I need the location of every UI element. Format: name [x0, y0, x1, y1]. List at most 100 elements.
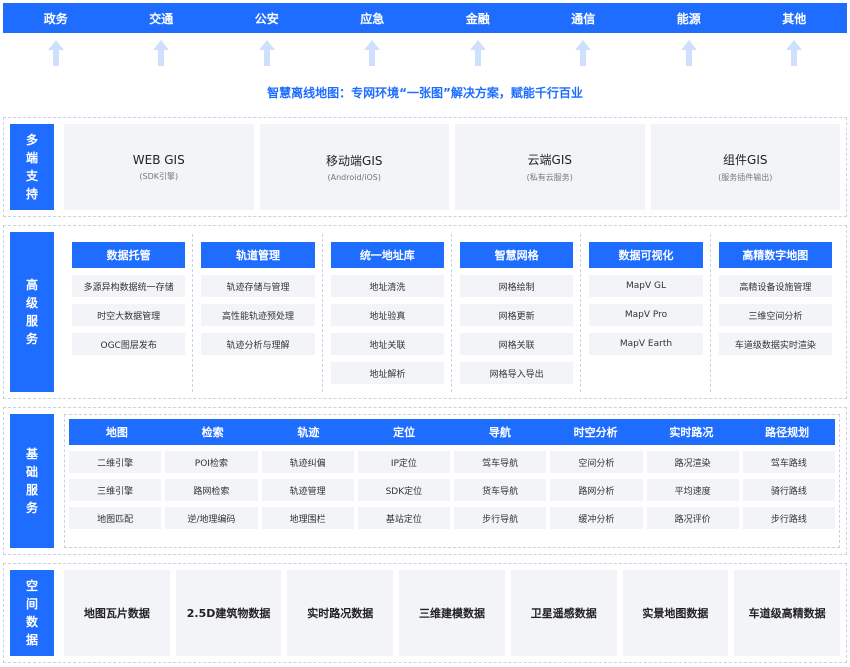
terminal-card: 云端GIS (私有云服务): [455, 124, 645, 210]
arrow-up-icon: [109, 38, 215, 74]
industry-item: 交通: [149, 11, 174, 26]
basic-item: 驾车路线: [742, 451, 835, 473]
basic-item: 骑行路线: [742, 479, 835, 501]
basic-item: 路况评价: [646, 507, 739, 529]
service-column-title: 高精数字地图: [718, 242, 832, 268]
service-item: 时空大数据管理: [72, 304, 186, 326]
basic-item: 缓冲分析: [550, 507, 643, 529]
industry-item: 其他: [782, 11, 807, 26]
basic-item: 路况渲染: [646, 451, 739, 473]
terminal-title: 组件GIS: [723, 153, 768, 167]
service-column-title: 数据托管: [72, 242, 186, 268]
service-column-title: 智慧网格: [459, 242, 574, 268]
basic-item: 地理围栏: [261, 507, 354, 529]
section-label: 基础服务: [10, 414, 54, 548]
basic-item: 逆/地理编码: [165, 507, 258, 529]
service-item: 三维空间分析: [718, 304, 832, 326]
advanced-services-grid: 数据托管 多源异构数据统一存储 时空大数据管理 OGC图层发布 轨道管理 轨迹存…: [64, 234, 840, 392]
basic-item: 驾车导航: [454, 451, 547, 473]
industry-bar: 政务 交通 公安 应急 金融 通信 能源 其他: [3, 3, 847, 33]
section-label: 空间数据: [10, 570, 54, 656]
data-card: 实景地图数据: [622, 570, 729, 656]
terminal-subtitle: (SDK引擎): [139, 171, 179, 181]
service-column: 数据可视化 MapV GL MapV Pro MapV Earth: [581, 234, 711, 392]
service-item: 高性能轨迹预处理: [201, 304, 315, 326]
service-item: MapV Pro: [589, 304, 703, 326]
service-item: 网格绘制: [459, 275, 574, 297]
industry-item: 金融: [465, 11, 490, 26]
service-item: MapV Earth: [589, 333, 703, 355]
arrow-up-icon: [3, 38, 109, 74]
basic-services-header: 地图 检索 轨迹 定位 导航 时空分析 实时路况 路径规划: [69, 419, 835, 445]
arrow-up-icon: [742, 38, 848, 74]
section-label: 高级服务: [10, 232, 54, 392]
service-column: 数据托管 多源异构数据统一存储 时空大数据管理 OGC图层发布: [64, 234, 194, 392]
service-item: MapV GL: [589, 275, 703, 297]
industry-item: 能源: [676, 11, 701, 26]
up-arrows: [3, 38, 847, 74]
terminal-card: 组件GIS (服务插件输出): [650, 124, 840, 210]
terminal-subtitle: (私有云服务): [526, 173, 573, 182]
industry-item: 公安: [254, 11, 279, 26]
section-advanced-services: 高级服务 数据托管 多源异构数据统一存储 时空大数据管理 OGC图层发布 轨道管…: [3, 225, 847, 399]
arrow-up-icon: [636, 38, 742, 74]
basic-column-title: 路径规划: [765, 426, 810, 439]
section-label: 多端支持: [10, 124, 54, 210]
service-item: 多源异构数据统一存储: [72, 275, 186, 297]
terminal-subtitle: (服务插件输出): [718, 173, 773, 182]
data-card: 2.5D建筑物数据: [175, 570, 282, 656]
arrow-up-icon: [214, 38, 320, 74]
terminal-subtitle: (Android/iOS): [327, 173, 381, 182]
data-card: 卫星遥感数据: [510, 570, 617, 656]
basic-item: 三维引擎: [69, 479, 162, 501]
basic-item: 轨迹管理: [261, 479, 354, 501]
basic-item: 步行路线: [742, 507, 835, 529]
basic-item: 轨迹纠偏: [261, 451, 354, 473]
data-card: 实时路况数据: [287, 570, 394, 656]
basic-item: 基站定位: [357, 507, 450, 529]
tagline: 智慧离线地图：专网环境“一张图”解决方案，赋能千行百业: [267, 86, 583, 100]
terminal-card: WEB GIS (SDK引擎): [64, 124, 254, 210]
service-item: 轨迹存储与管理: [201, 275, 315, 297]
service-item: 地址验真: [330, 304, 444, 326]
section-multi-terminal: 多端支持 WEB GIS (SDK引擎) 移动端GIS (Android/iOS…: [3, 117, 847, 217]
service-column: 高精数字地图 高精设备设施管理 三维空间分析 车道级数据实时渲染: [711, 234, 840, 392]
service-item: 车道级数据实时渲染: [718, 333, 832, 355]
section-spatial-data: 空间数据 地图瓦片数据 2.5D建筑物数据 实时路况数据 三维建模数据 卫星遥感…: [3, 563, 847, 663]
arrow-up-icon: [425, 38, 531, 74]
section-basic-services: 基础服务 地图 检索 轨迹 定位 导航 时空分析 实时路况 路径规划 二维引擎 …: [3, 407, 847, 555]
basic-column-title: 轨迹: [297, 426, 320, 439]
service-item: 地址解析: [330, 362, 444, 384]
terminal-title: 移动端GIS: [326, 154, 383, 168]
terminal-title: WEB GIS: [132, 152, 185, 167]
service-column-title: 统一地址库: [330, 242, 444, 268]
data-card: 三维建模数据: [399, 570, 505, 656]
basic-services-area: 地图 检索 轨迹 定位 导航 时空分析 实时路况 路径规划 二维引擎 POI检索…: [64, 414, 840, 548]
industry-item: 政务: [43, 11, 68, 26]
basic-item: 平均速度: [646, 479, 739, 501]
basic-item: IP定位: [357, 451, 450, 473]
basic-column-title: 地图: [105, 426, 128, 439]
service-item: 轨迹分析与理解: [201, 333, 315, 355]
terminal-title: 云端GIS: [527, 153, 572, 167]
basic-item: 路网检索: [165, 479, 258, 501]
arrow-up-icon: [531, 38, 637, 74]
industry-item: 通信: [571, 11, 596, 26]
service-column: 轨道管理 轨迹存储与管理 高性能轨迹预处理 轨迹分析与理解: [193, 234, 323, 392]
basic-column-title: 检索: [201, 426, 224, 439]
service-column: 智慧网格 网格绘制 网格更新 网格关联 网格导入导出: [452, 234, 582, 392]
industry-item: 应急: [360, 11, 385, 26]
spatial-data-grid: 地图瓦片数据 2.5D建筑物数据 实时路况数据 三维建模数据 卫星遥感数据 实景…: [64, 570, 840, 656]
service-column-title: 数据可视化: [589, 242, 703, 268]
basic-column-title: 导航: [488, 426, 511, 439]
service-item: 网格导入导出: [459, 362, 574, 384]
service-item: 网格更新: [459, 304, 574, 326]
service-item: 地址清洗: [330, 275, 444, 297]
basic-services-items: 二维引擎 POI检索 轨迹纠偏 IP定位 驾车导航 空间分析 路况渲染 驾车路线…: [69, 451, 835, 529]
basic-item: 空间分析: [550, 451, 643, 473]
service-item: 高精设备设施管理: [718, 275, 832, 297]
data-card: 地图瓦片数据: [64, 570, 170, 656]
service-item: 网格关联: [459, 333, 574, 355]
basic-item: 地图匹配: [69, 507, 162, 529]
multi-terminal-grid: WEB GIS (SDK引擎) 移动端GIS (Android/iOS) 云端G…: [64, 124, 840, 210]
